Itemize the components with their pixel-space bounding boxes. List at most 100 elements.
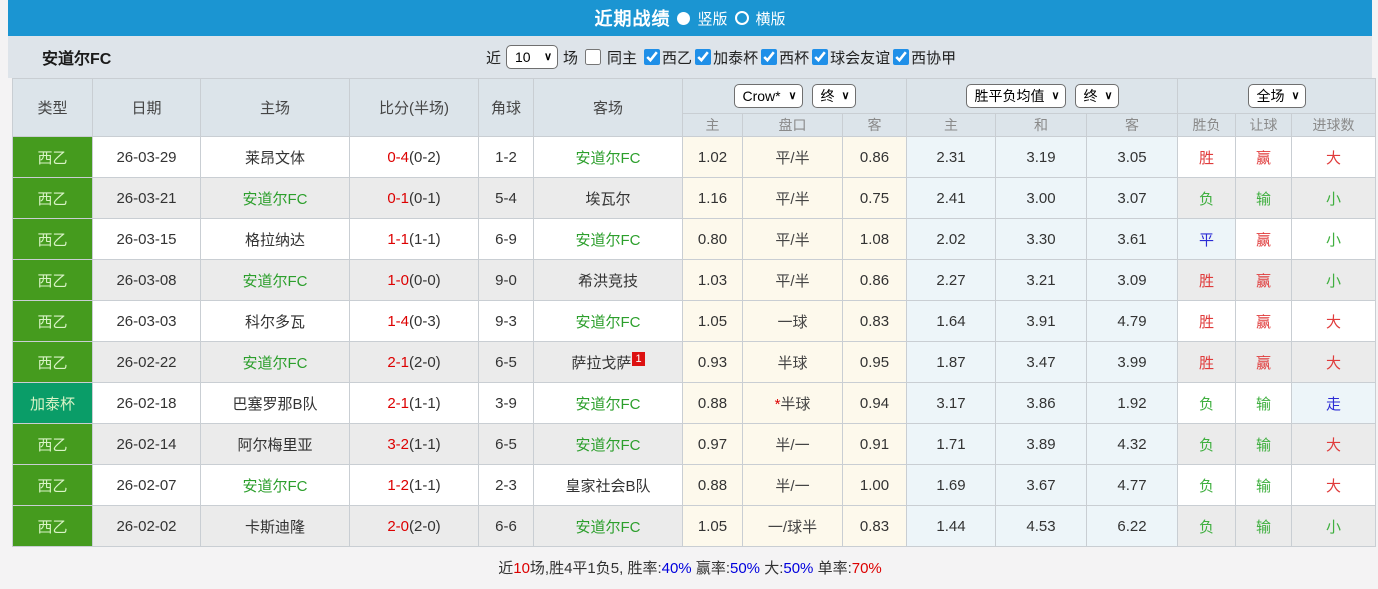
- red-number-badge: 1: [632, 352, 644, 366]
- sub-header-home-odds: 主: [683, 114, 743, 137]
- corner-cell: 6-6: [479, 506, 534, 547]
- score-cell: 3-2(1-1): [350, 424, 479, 465]
- corner-cell: 1-2: [479, 137, 534, 178]
- league-checkbox-球会友谊[interactable]: [812, 49, 828, 65]
- avg-away-cell: 3.99: [1087, 342, 1178, 383]
- odds-company-select[interactable]: Crow*: [734, 84, 803, 108]
- summary-segment: 40%: [662, 560, 692, 577]
- handicap-cell: 一球: [743, 301, 843, 342]
- summary-segment: 70%: [852, 560, 882, 577]
- home-team-cell: 莱昂文体: [201, 137, 350, 178]
- rounds-select-wrap: 10 ∨: [506, 45, 558, 69]
- league-checkbox-西杯[interactable]: [761, 49, 777, 65]
- home-odds-cell: 0.93: [683, 342, 743, 383]
- results-tbody: 西乙26-03-29莱昂文体0-4(0-2)1-2安道尔FC1.02平/半0.8…: [13, 137, 1376, 547]
- home-odds-cell: 1.05: [683, 506, 743, 547]
- home-odds-cell: 1.16: [683, 178, 743, 219]
- away-team-cell: 萨拉戈萨1: [534, 342, 683, 383]
- home-team-cell: 巴塞罗那B队: [201, 383, 350, 424]
- sub-header-away-odds: 客: [843, 114, 907, 137]
- sub-header-avg-away: 客: [1087, 114, 1178, 137]
- odds-time-select[interactable]: 终: [812, 84, 856, 108]
- same-home-checkbox[interactable]: [585, 49, 601, 65]
- avg-home-cell: 2.31: [907, 137, 996, 178]
- score-cell: 2-1(1-1): [350, 383, 479, 424]
- away-odds-cell: 0.91: [843, 424, 907, 465]
- table-row: 西乙26-02-07安道尔FC1-2(1-1)2-3皇家社会B队0.88半/一1…: [13, 465, 1376, 506]
- corner-cell: 3-9: [479, 383, 534, 424]
- table-row: 西乙26-02-22安道尔FC2-1(2-0)6-5萨拉戈萨10.93半球0.9…: [13, 342, 1376, 383]
- avg-away-cell: 4.77: [1087, 465, 1178, 506]
- avg-type-select[interactable]: 胜平负均值: [966, 84, 1066, 108]
- date-cell: 26-03-21: [93, 178, 201, 219]
- company-odds-group: Crow* ∨ 终 ∨: [683, 79, 907, 114]
- corner-cell: 9-0: [479, 260, 534, 301]
- league-badge-cell: 西乙: [13, 219, 93, 260]
- league-badge-cell: 加泰杯: [13, 383, 93, 424]
- match-scope-select[interactable]: 全场: [1248, 84, 1306, 108]
- league-checkbox-加泰杯[interactable]: [695, 49, 711, 65]
- away-odds-cell: 0.86: [843, 260, 907, 301]
- result-wdl-cell: 胜: [1178, 342, 1236, 383]
- home-odds-cell: 1.02: [683, 137, 743, 178]
- away-team-cell: 希洪竞技: [534, 260, 683, 301]
- rounds-select[interactable]: 10: [506, 45, 558, 69]
- avg-home-cell: 1.87: [907, 342, 996, 383]
- result-handicap-cell: 输: [1236, 465, 1292, 506]
- result-goals-cell: 大: [1292, 465, 1376, 506]
- sub-header-avg-home: 主: [907, 114, 996, 137]
- summary-segment: 10: [513, 560, 530, 577]
- vertical-layout-label[interactable]: 竖版: [697, 8, 727, 29]
- avg-home-cell: 1.64: [907, 301, 996, 342]
- corner-cell: 2-3: [479, 465, 534, 506]
- league-checkbox-西协甲[interactable]: [893, 49, 909, 65]
- league-badge-cell: 西乙: [13, 424, 93, 465]
- avg-odds-group: 胜平负均值 ∨ 终 ∨: [907, 79, 1178, 114]
- handicap-cell: 平/半: [743, 178, 843, 219]
- result-goals-cell: 大: [1292, 424, 1376, 465]
- result-goals-cell: 小: [1292, 260, 1376, 301]
- avg-away-cell: 6.22: [1087, 506, 1178, 547]
- league-badge-cell: 西乙: [13, 137, 93, 178]
- avg-draw-cell: 3.47: [996, 342, 1087, 383]
- result-goals-cell: 走: [1292, 383, 1376, 424]
- star-marker: *: [775, 396, 781, 413]
- home-team-cell: 格拉纳达: [201, 219, 350, 260]
- handicap-cell: 平/半: [743, 137, 843, 178]
- league-filter-item: 西协甲: [891, 47, 956, 68]
- score-cell: 1-0(0-0): [350, 260, 479, 301]
- away-odds-cell: 0.94: [843, 383, 907, 424]
- handicap-cell: 一/球半: [743, 506, 843, 547]
- result-wdl-cell: 胜: [1178, 260, 1236, 301]
- avg-time-select[interactable]: 终: [1075, 84, 1119, 108]
- league-badge-cell: 西乙: [13, 465, 93, 506]
- handicap-cell: *半球: [743, 383, 843, 424]
- avg-away-cell: 4.79: [1087, 301, 1178, 342]
- corner-cell: 9-3: [479, 301, 534, 342]
- vertical-layout-radio[interactable]: [677, 12, 690, 25]
- games-label: 场: [563, 47, 578, 68]
- score-cell: 1-1(1-1): [350, 219, 479, 260]
- away-odds-cell: 1.08: [843, 219, 907, 260]
- title-bar: 近期战绩 竖版 横版: [8, 0, 1372, 36]
- table-row: 西乙26-03-03科尔多瓦1-4(0-3)9-3安道尔FC1.05一球0.83…: [13, 301, 1376, 342]
- summary-segment: 单率:: [813, 560, 851, 577]
- home-odds-cell: 1.03: [683, 260, 743, 301]
- home-team-cell: 阿尔梅里亚: [201, 424, 350, 465]
- away-team-cell: 安道尔FC: [534, 424, 683, 465]
- away-team-cell: 埃瓦尔: [534, 178, 683, 219]
- date-cell: 26-03-08: [93, 260, 201, 301]
- date-cell: 26-02-22: [93, 342, 201, 383]
- home-odds-cell: 0.80: [683, 219, 743, 260]
- league-checkbox-西乙[interactable]: [644, 49, 660, 65]
- date-cell: 26-03-03: [93, 301, 201, 342]
- horizontal-layout-radio[interactable]: [735, 11, 749, 25]
- sub-header-goals: 进球数: [1292, 114, 1376, 137]
- home-team-cell: 安道尔FC: [201, 260, 350, 301]
- home-team-cell: 科尔多瓦: [201, 301, 350, 342]
- horizontal-layout-label[interactable]: 横版: [756, 8, 786, 29]
- avg-home-cell: 3.17: [907, 383, 996, 424]
- avg-draw-cell: 3.86: [996, 383, 1087, 424]
- table-row: 西乙26-03-21安道尔FC0-1(0-1)5-4埃瓦尔1.16平/半0.75…: [13, 178, 1376, 219]
- score-cell: 1-2(1-1): [350, 465, 479, 506]
